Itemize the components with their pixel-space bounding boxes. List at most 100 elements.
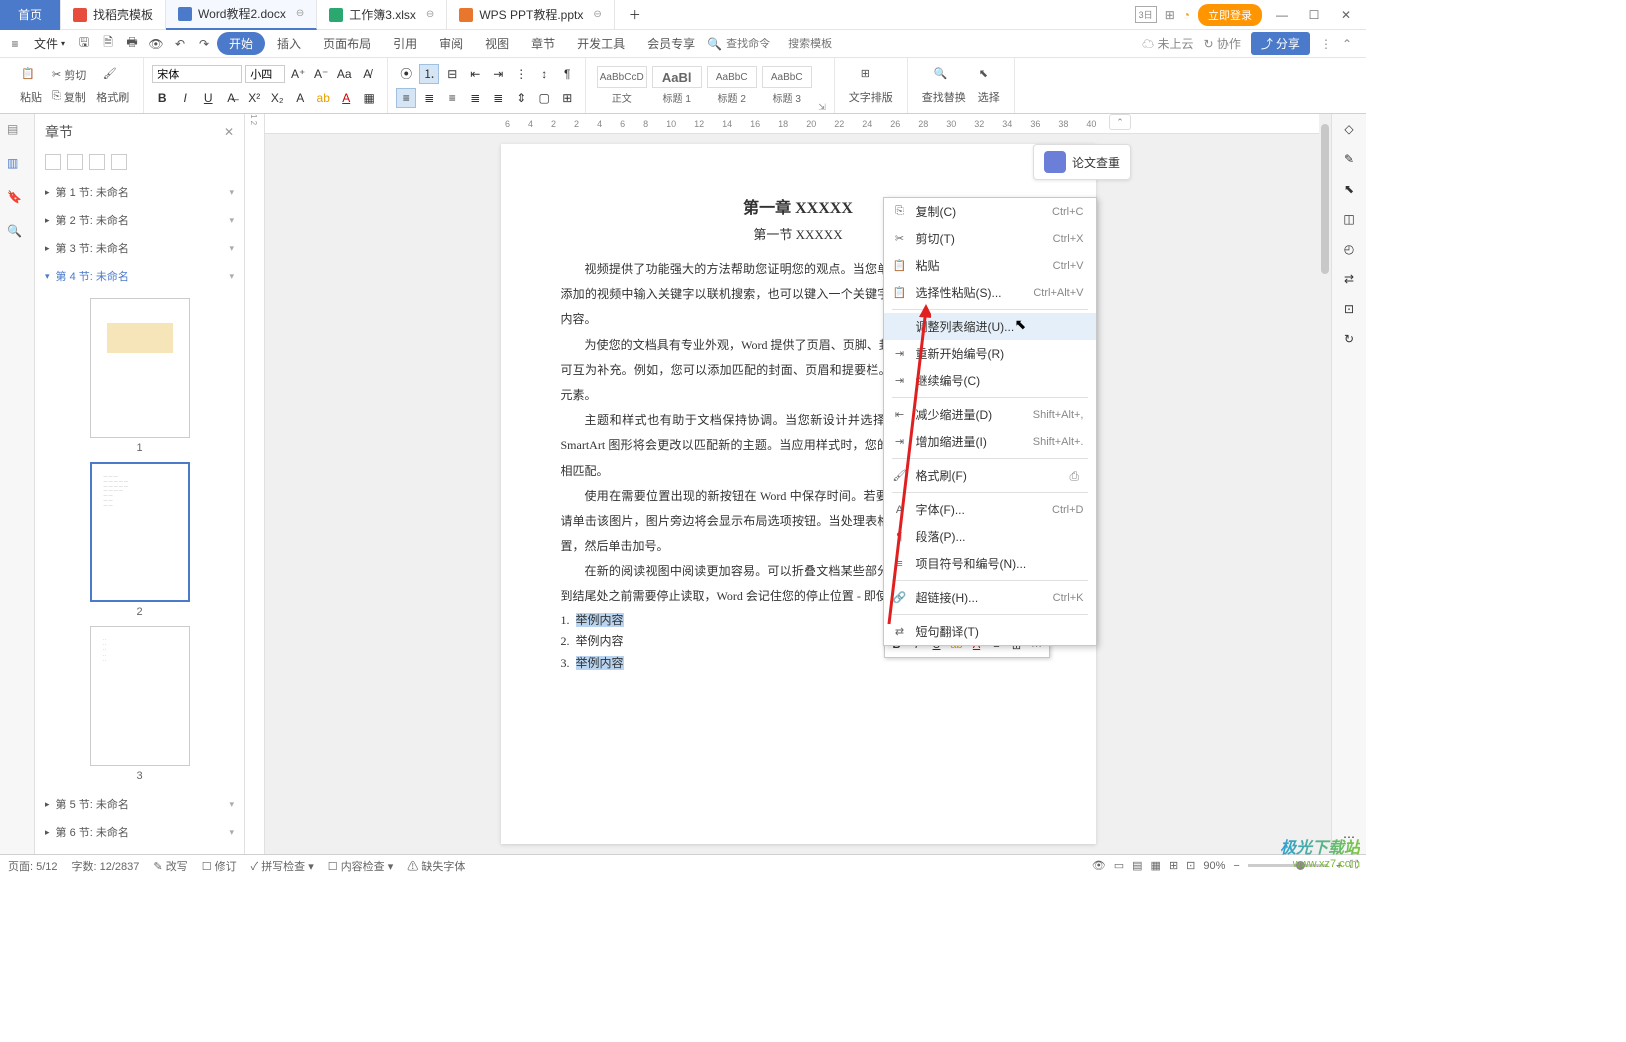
history-pane-icon[interactable]: ↻ [1344, 332, 1354, 346]
strike-button[interactable]: A̶ [221, 88, 241, 108]
status-font[interactable]: ⚠ 缺失字体 [407, 858, 465, 874]
tab-excel-doc[interactable]: 工作簿3.xlsx⊖ [317, 0, 447, 30]
menu-tab-dev[interactable]: 开发工具 [567, 31, 635, 56]
ctx-continue-numbering[interactable]: ⇥继续编号(C) [884, 367, 1096, 394]
view-outline-icon[interactable]: ⊞ [1169, 859, 1178, 872]
bookmark-icon[interactable]: 🔖 [7, 190, 27, 210]
clear-format-icon[interactable]: A̸ [357, 64, 377, 84]
chevron-down-icon[interactable]: ▾ [229, 271, 234, 282]
tab-template[interactable]: 找稻壳模板 [61, 0, 166, 30]
subscript-button[interactable]: X₂ [267, 88, 287, 108]
vertical-ruler[interactable]: 1 2 [245, 114, 265, 854]
print-icon[interactable]: 🖶 [121, 33, 143, 55]
vertical-scrollbar[interactable] [1319, 114, 1331, 854]
font-color-button[interactable]: A [336, 88, 356, 108]
font-family-select[interactable] [152, 65, 242, 83]
status-words[interactable]: 字数: 12/2837 [72, 858, 140, 874]
status-content[interactable]: ☐ 内容检查 ▾ [328, 858, 394, 874]
ctx-bullets-numbering[interactable]: ≡项目符号和编号(N)... [884, 550, 1096, 577]
text-layout-button[interactable]: ⊞文字排版 [843, 67, 899, 105]
props-pane-icon[interactable]: ⊡ [1344, 302, 1354, 316]
styles-more-icon[interactable]: ⇲ [818, 102, 826, 113]
menu-tab-member[interactable]: 会员专享 [637, 31, 705, 56]
ctx-translate[interactable]: ⇄短句翻译(T) [884, 618, 1096, 645]
share-button[interactable]: ⤴ 分享 [1251, 32, 1310, 55]
notify-icon[interactable]: ◔ [1183, 8, 1190, 22]
tab-ppt-doc[interactable]: WPS PPT教程.pptx⊖ [447, 0, 614, 30]
grid-icon[interactable]: 3日 [1135, 6, 1157, 23]
bold-button[interactable]: B [152, 88, 172, 108]
underline-button[interactable]: U [198, 88, 218, 108]
zoom-fit-icon[interactable]: ⊡ [1186, 859, 1195, 872]
align-left-button[interactable]: ≡ [396, 88, 416, 108]
zoom-in-button[interactable]: + [1336, 860, 1342, 872]
chapter-item-3[interactable]: ▸第 3 节: 未命名▾ [35, 234, 244, 262]
menu-tab-chapter[interactable]: 章节 [521, 31, 565, 56]
ctx-decrease-indent[interactable]: ⇤减少缩进量(D)Shift+Alt+, [884, 401, 1096, 428]
chapter-item-2[interactable]: ▸第 2 节: 未命名▾ [35, 206, 244, 234]
nav-icon[interactable]: ▥ [7, 156, 27, 176]
view-read-icon[interactable]: ▭ [1114, 859, 1124, 872]
menu-icon[interactable]: ≡ [4, 33, 26, 55]
numbering-button[interactable]: ⒈ [419, 64, 439, 84]
close-icon[interactable]: ⊖ [426, 9, 434, 20]
panel-tool-1[interactable] [45, 154, 61, 170]
template-search-input[interactable] [788, 38, 848, 50]
status-page[interactable]: 页面: 5/12 [8, 858, 58, 874]
chapter-item-5[interactable]: ▸第 5 节: 未命名▾ [35, 790, 244, 818]
decrease-font-icon[interactable]: A⁻ [311, 64, 331, 84]
chevron-down-icon[interactable]: ▾ [229, 827, 234, 838]
save-as-icon[interactable]: 🗎 [97, 33, 119, 55]
coop-button[interactable]: ↻ 协作 [1204, 35, 1241, 52]
close-button[interactable]: ✕ [1334, 8, 1358, 22]
tab-home[interactable]: 首页 [0, 0, 61, 30]
change-case-icon[interactable]: Aa [334, 64, 354, 84]
collapse-float-icon[interactable]: ⌃ [1109, 114, 1131, 130]
command-search-input[interactable] [726, 38, 786, 50]
ctx-restart-numbering[interactable]: ⇥重新开始编号(R) [884, 340, 1096, 367]
align-distribute-button[interactable]: ≣ [488, 88, 508, 108]
undo-icon[interactable]: ↶ [169, 33, 191, 55]
menu-tab-layout[interactable]: 页面布局 [313, 31, 381, 56]
multilevel-button[interactable]: ⊟ [442, 64, 462, 84]
zoom-value[interactable]: 90% [1203, 860, 1225, 872]
menu-tab-view[interactable]: 视图 [475, 31, 519, 56]
zoom-slider[interactable] [1248, 864, 1328, 867]
page-thumbnail-2[interactable]: — — —— — — — —— — — — —— — — —— —— —— — [90, 462, 190, 602]
italic-button[interactable]: I [175, 88, 195, 108]
style-pane-icon[interactable]: ◇ [1344, 122, 1353, 136]
ctx-paste-special[interactable]: 📋选择性粘贴(S)...Ctrl+Alt+V [884, 279, 1096, 306]
zoom-slider-thumb[interactable] [1296, 861, 1305, 870]
ctx-paste[interactable]: 📋粘贴Ctrl+V [884, 252, 1096, 279]
maximize-button[interactable]: ☐ [1302, 8, 1326, 22]
style-heading1[interactable]: AaBl标题 1 [649, 66, 704, 105]
text-tools-button[interactable]: ⋮ [511, 64, 531, 84]
menu-tab-reference[interactable]: 引用 [383, 31, 427, 56]
panel-close-icon[interactable]: ✕ [224, 125, 234, 139]
more-pane-icon[interactable]: ⋯ [1343, 830, 1355, 844]
copy-button[interactable]: ⎘ 复制 [48, 87, 90, 107]
align-right-button[interactable]: ≡ [442, 88, 462, 108]
login-button[interactable]: 立即登录 [1198, 4, 1262, 26]
outline-icon[interactable]: ▤ [7, 122, 27, 142]
horizontal-ruler[interactable]: 642246810121416182022242628303234363840 [265, 114, 1331, 134]
status-spell[interactable]: ✓ 拼写检查 ▾ [251, 858, 314, 874]
status-rewrite[interactable]: ✎ 改写 [153, 858, 187, 874]
document-scroll[interactable]: 第一章 XXXXX 第一节 XXXXX 视频提供了功能强大的方法帮助您证明您的观… [265, 134, 1331, 854]
zoom-out-button[interactable]: − [1233, 860, 1239, 872]
style-normal[interactable]: AaBbCcD正文 [594, 66, 649, 105]
font-size-select[interactable] [245, 65, 285, 83]
ctx-copy[interactable]: ⎘复制(C)Ctrl+C [884, 198, 1096, 225]
find-replace-button[interactable]: 🔍查找替换 [916, 67, 972, 105]
chevron-down-icon[interactable]: ▾ [229, 187, 234, 198]
scrollbar-thumb[interactable] [1321, 124, 1329, 274]
thesis-check-button[interactable]: 论文查重 [1033, 144, 1131, 180]
menu-tab-review[interactable]: 审阅 [429, 31, 473, 56]
cut-button[interactable]: ✂ 剪切 [48, 65, 90, 85]
page-thumbnail-3[interactable]: · ·· ·· ·· ·· · [90, 626, 190, 766]
close-icon[interactable]: ⊖ [593, 9, 601, 20]
new-tab-button[interactable]: ＋ [615, 0, 655, 30]
minimize-button[interactable]: — [1270, 8, 1294, 22]
ctx-font[interactable]: A字体(F)...Ctrl+D [884, 496, 1096, 523]
chevron-down-icon[interactable]: ▾ [229, 799, 234, 810]
